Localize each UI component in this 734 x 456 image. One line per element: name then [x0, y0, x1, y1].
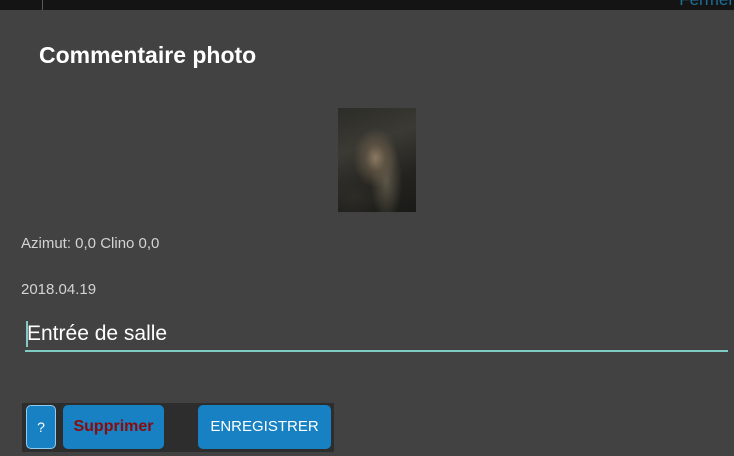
help-button[interactable]: ?	[26, 405, 56, 449]
photo-comment-dialog: Fermer Commentaire photo Azimut: 0,0 Cli…	[0, 0, 734, 456]
text-cursor	[26, 321, 28, 347]
background-clipped-label: Fermer	[679, 0, 734, 9]
background-app-strip: Fermer	[0, 0, 734, 10]
divider	[42, 0, 43, 10]
photo-date-label: 2018.04.19	[21, 281, 97, 298]
azimut-clino-label: Azimut: 0,0 Clino 0,0	[21, 235, 160, 252]
photo-thumbnail[interactable]	[338, 108, 416, 212]
save-button[interactable]: ENREGISTRER	[198, 405, 331, 449]
dialog-title: Commentaire photo	[39, 42, 257, 68]
comment-input[interactable]	[25, 318, 728, 352]
delete-button[interactable]: Supprimer	[63, 405, 164, 449]
